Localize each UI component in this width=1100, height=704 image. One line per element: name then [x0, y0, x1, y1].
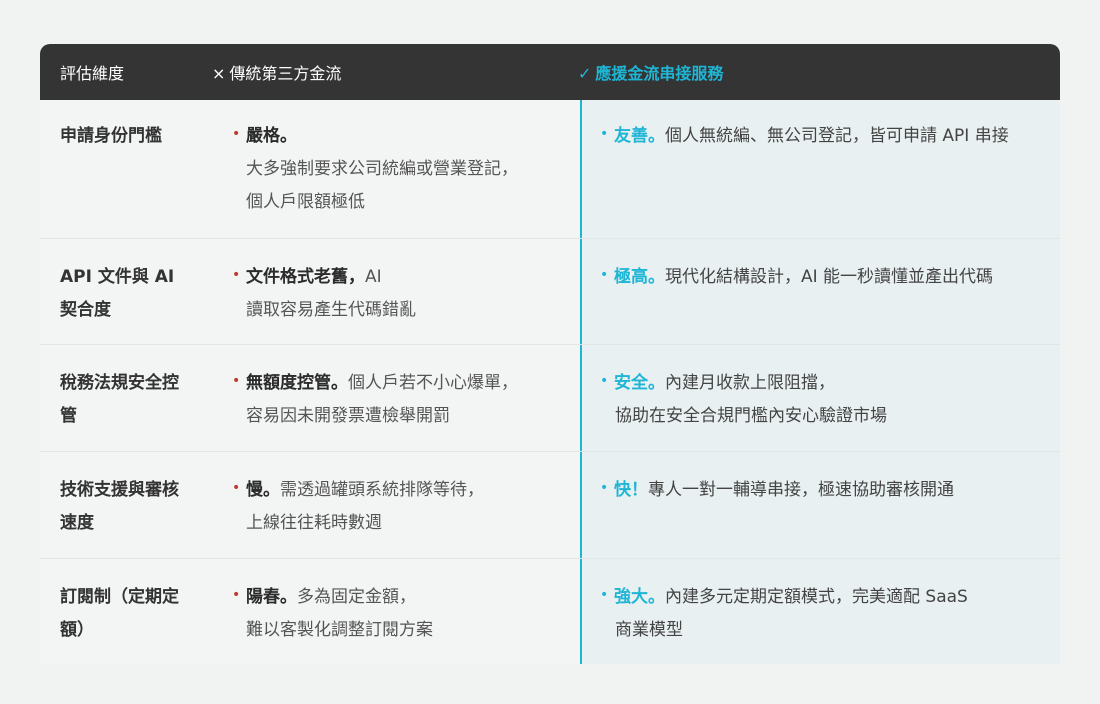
traditional-text: 個人戶若不小心爆單， [348, 373, 518, 393]
ours-line: 商業模型 [615, 620, 683, 640]
bullet-icon: • [232, 587, 241, 603]
check-icon: ✓ [578, 64, 592, 83]
ours-cell: • 快！專人一對一輔導串接，極速協助審核開通 [580, 452, 1060, 558]
traditional-cell: • 慢。需透過罐頭系統排隊等待， 上線往往耗時數週 [232, 452, 580, 558]
dimension-line: 速度 [60, 513, 94, 533]
dimension-line: 技術支援與審核 [60, 480, 179, 500]
header-dimension: 評估維度 [60, 64, 125, 83]
traditional-line: 個人戶限額極低 [246, 192, 365, 212]
dimension-line: 管 [60, 406, 77, 426]
bullet-icon: • [232, 480, 241, 496]
dimension-cell: 技術支援與審核 速度 [40, 452, 232, 558]
dimension-line: 額） [60, 620, 94, 640]
dimension-line: 稅務法規安全控 [60, 373, 179, 393]
traditional-line: 容易因未開發票遭檢舉開罰 [246, 406, 450, 426]
table-row: 稅務法規安全控 管 • 無額度控管。個人戶若不小心爆單， 容易因未開發票遭檢舉開… [40, 344, 1060, 451]
bullet-icon: • [600, 126, 609, 142]
dimension-cell: 訂閱制（定期定 額） [40, 559, 232, 664]
table-row: 訂閱制（定期定 額） • 陽春。多為固定金額， 難以客製化調整訂閱方案 • 強大… [40, 558, 1060, 664]
traditional-cell: • 無額度控管。個人戶若不小心爆單， 容易因未開發票遭檢舉開罰 [232, 345, 580, 451]
traditional-line: 難以客製化調整訂閱方案 [246, 620, 433, 640]
bullet-icon: • [600, 373, 609, 389]
ours-cell: • 安全。內建月收款上限阻擋， 協助在安全合規門檻內安心驗證市場 [580, 345, 1060, 451]
ours-text: 內建月收款上限阻擋， [665, 373, 835, 393]
dimension-cell: 稅務法規安全控 管 [40, 345, 232, 451]
traditional-lead: 慢。 [246, 480, 280, 500]
traditional-lead: 嚴格。 [246, 126, 297, 146]
ours-text: 現代化結構設計，AI 能一秒讀懂並產出代碼 [665, 267, 994, 287]
bullet-icon: • [600, 587, 609, 603]
traditional-lead: 陽春。 [246, 587, 297, 607]
ours-text: 個人無統編、無公司登記，皆可申請 API 串接 [665, 126, 1009, 146]
ours-text: 內建多元定期定額模式，完美適配 SaaS [665, 587, 968, 607]
ours-lead: 安全。 [614, 373, 665, 393]
bullet-icon: • [232, 126, 241, 142]
dimension-line: 契合度 [60, 300, 111, 320]
traditional-lead: 無額度控管。 [246, 373, 348, 393]
traditional-text: AI [365, 267, 382, 287]
ours-lead: 友善。 [614, 126, 665, 146]
traditional-line: 大多強制要求公司統編或營業登記， [246, 159, 518, 179]
traditional-cell: • 嚴格。 大多強制要求公司統編或營業登記， 個人戶限額極低 [232, 100, 580, 238]
traditional-cell: • 文件格式老舊，AI 讀取容易產生代碼錯亂 [232, 239, 580, 344]
dimension-cell: 申請身份門檻 [40, 100, 232, 238]
header-ours: ✓ 應援金流串接服務 [560, 60, 1060, 84]
ours-text: 專人一對一輔導串接，極速協助審核開通 [648, 480, 954, 500]
traditional-line: 讀取容易產生代碼錯亂 [246, 300, 416, 320]
traditional-lead: 文件格式老舊， [246, 267, 365, 287]
comparison-table: 評估維度 × 傳統第三方金流 ✓ 應援金流串接服務 申請身份門檻 • 嚴格。 大多強… [40, 44, 1060, 664]
traditional-line: 上線往往耗時數週 [246, 513, 382, 533]
table-row: 技術支援與審核 速度 • 慢。需透過罐頭系統排隊等待， 上線往往耗時數週 • 快… [40, 451, 1060, 558]
header-traditional: × 傳統第三方金流 [212, 60, 560, 84]
table-row: 申請身份門檻 • 嚴格。 大多強制要求公司統編或營業登記， 個人戶限額極低 • … [40, 100, 1060, 238]
ours-line: 協助在安全合規門檻內安心驗證市場 [615, 406, 887, 426]
ours-lead: 快！ [614, 480, 648, 500]
dimension-line: API 文件與 AI [60, 267, 175, 287]
ours-cell: • 極高。現代化結構設計，AI 能一秒讀懂並產出代碼 [580, 239, 1060, 344]
traditional-cell: • 陽春。多為固定金額， 難以客製化調整訂閱方案 [232, 559, 580, 664]
ours-cell: • 友善。個人無統編、無公司登記，皆可申請 API 串接 [580, 100, 1060, 238]
bullet-icon: • [600, 267, 609, 283]
dimension-line: 訂閱制（定期定 [60, 587, 179, 607]
table-header: 評估維度 × 傳統第三方金流 ✓ 應援金流串接服務 [40, 44, 1060, 100]
bullet-icon: • [232, 373, 241, 389]
traditional-text: 多為固定金額， [297, 587, 416, 607]
header-traditional-label: 傳統第三方金流 [229, 64, 342, 83]
bullet-icon: • [232, 267, 241, 283]
x-icon: × [212, 64, 226, 83]
ours-lead: 極高。 [614, 267, 665, 287]
ours-cell: • 強大。內建多元定期定額模式，完美適配 SaaS 商業模型 [580, 559, 1060, 664]
table-row: API 文件與 AI 契合度 • 文件格式老舊，AI 讀取容易產生代碼錯亂 • … [40, 238, 1060, 344]
dimension-cell: API 文件與 AI 契合度 [40, 239, 232, 344]
header-ours-label: 應援金流串接服務 [595, 64, 724, 83]
bullet-icon: • [600, 480, 609, 496]
ours-lead: 強大。 [614, 587, 665, 607]
traditional-text: 需透過罐頭系統排隊等待， [280, 480, 484, 500]
dimension-line: 申請身份門檻 [60, 126, 162, 146]
